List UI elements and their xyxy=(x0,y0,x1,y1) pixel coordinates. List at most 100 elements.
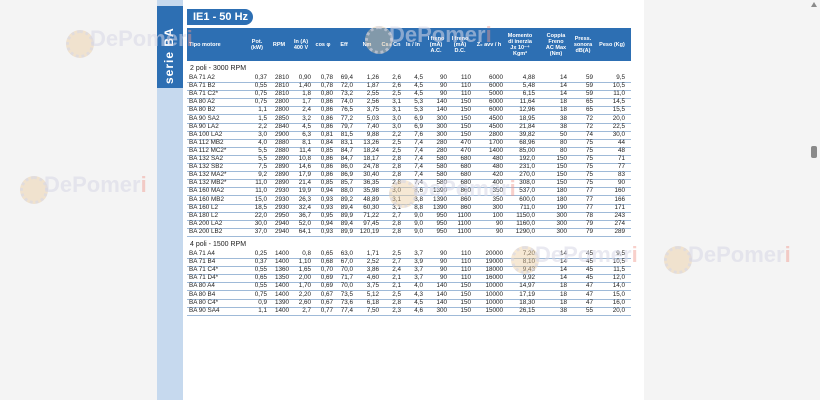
table-cell-in: 0,8 xyxy=(302,250,311,257)
table-cell-z: 6000 xyxy=(488,98,503,106)
table-cell-peso: 243 xyxy=(614,211,625,219)
table-cell-jx: 1150,0 xyxy=(516,211,535,219)
table-cell-eff: 74,0 xyxy=(340,98,353,106)
row-divider xyxy=(187,314,631,316)
column-header-tipo: Tipo motore xyxy=(189,41,221,48)
table-cell-press: 47 xyxy=(585,282,593,290)
table-cell-eff: 88,0 xyxy=(340,187,353,195)
table-cell-pot: 0,55 xyxy=(254,82,267,90)
table-cell-cos: 0,94 xyxy=(320,187,333,195)
table-cell-cscn: 2,5 xyxy=(392,138,401,146)
table-cell-cscn: 3,0 xyxy=(392,122,401,130)
table-cell-ifdc: 470 xyxy=(460,138,471,146)
table-cell-cos: 0,86 xyxy=(320,106,333,114)
table-cell-in: 11,4 xyxy=(299,146,311,154)
table-cell-coppia: 50 xyxy=(559,130,567,138)
table-cell-jx: 6,15 xyxy=(522,90,535,98)
table-cell-isin: 4,5 xyxy=(414,298,423,306)
table-cell-tipo: BA 132 SB2 xyxy=(189,163,223,171)
table-cell-cos: 0,70 xyxy=(320,266,333,274)
table-cell-press: 75 xyxy=(585,163,593,171)
table-cell-peso: 83 xyxy=(617,171,625,179)
table-cell-rpm: 2930 xyxy=(274,195,289,203)
table-cell-ifac: 90 xyxy=(439,250,447,257)
table-cell-cos: 0,77 xyxy=(320,306,333,314)
table-cell-in: 3,2 xyxy=(302,114,311,122)
table-cell-eff: 89,4 xyxy=(340,203,353,211)
table-cell-ifac: 950 xyxy=(436,227,447,235)
table-cell-in: 1,10 xyxy=(298,258,311,266)
table-cell-eff: 70,0 xyxy=(340,282,353,290)
table-cell-coppia: 14 xyxy=(559,82,567,90)
table-cell-nm: 97,45 xyxy=(363,219,379,227)
table-cell-jx: 21,84 xyxy=(519,122,535,130)
column-header-rpm: RPM xyxy=(272,41,286,48)
table-cell-nm: 1,71 xyxy=(366,250,379,257)
table-cell-isin: 7,4 xyxy=(414,138,423,146)
table-cell-ifdc: 150 xyxy=(460,298,471,306)
table-cell-in: 8,1 xyxy=(302,138,311,146)
table-row: BA 200 LA2 30,0 2940 52,0 0,94 89,4 97,45 2,8 9,… xyxy=(187,220,631,228)
table-cell-cos: 0,69 xyxy=(320,282,333,290)
column-header-cos: cos φ xyxy=(315,41,331,48)
table-cell-rpm: 2850 xyxy=(274,114,289,122)
table-cell-cos: 0,78 xyxy=(320,82,333,90)
table-cell-pot: 0,75 xyxy=(254,98,267,106)
table-cell-pot: 1,1 xyxy=(258,306,267,314)
watermark-logo: DePomeri xyxy=(44,172,147,197)
table-cell-eff: 89,9 xyxy=(340,227,353,235)
table-cell-eff: 84,7 xyxy=(340,146,353,154)
table-cell-nm: 30,40 xyxy=(363,171,379,179)
table-cell-jx: 4,88 xyxy=(522,74,535,81)
table-cell-cscn: 2,5 xyxy=(392,146,401,154)
table-cell-peso: 12,0 xyxy=(612,274,625,282)
table-cell-eff: 84,7 xyxy=(340,155,353,162)
table-cell-pot: 0,65 xyxy=(254,274,267,282)
table-row: BA 71 C2* 0,75 2810 1,8 0,80 73,2 2,55 2,5 4,5 90… xyxy=(187,90,631,98)
column-header-jx: Momento di inerzia Jx 10⁻⁴ Kgm² xyxy=(507,32,533,57)
table-cell-cscn: 2,8 xyxy=(392,163,401,171)
table-cell-press: 65 xyxy=(585,98,593,106)
table-cell-cos: 0,67 xyxy=(320,298,333,306)
table-cell-tipo: BA 90 SA4 xyxy=(189,306,220,314)
table-cell-tipo: BA 112 MB2 xyxy=(189,138,224,146)
table-cell-in: 14,6 xyxy=(298,163,311,171)
table-cell-isin: 7,4 xyxy=(414,146,423,154)
table-cell-tipo: BA 160 MB2 xyxy=(189,195,225,203)
table-cell-tipo: BA 200 LA2 xyxy=(189,219,223,227)
table-cell-rpm: 2930 xyxy=(274,203,289,211)
table-cell-pot: 1,5 xyxy=(258,114,267,122)
table-cell-tipo: BA 80 A2 xyxy=(189,98,215,106)
table-cell-cos: 0,65 xyxy=(320,250,333,257)
table-cell-cos: 0,86 xyxy=(320,122,333,130)
table-cell-tipo: BA 71 B2 xyxy=(189,82,216,90)
table-cell-isin: 4,6 xyxy=(414,306,423,314)
table-cell-cscn: 2,8 xyxy=(392,171,401,179)
table-cell-isin: 5,3 xyxy=(414,98,423,106)
scrollbar-thumb[interactable] xyxy=(811,146,817,158)
table-cell-coppia: 80 xyxy=(559,138,567,146)
scrollbar[interactable] xyxy=(808,0,820,400)
table-cell-in: 2,4 xyxy=(302,106,311,114)
table-cell-ifac: 140 xyxy=(436,98,447,106)
scroll-up-arrow-icon[interactable] xyxy=(811,2,817,7)
table-cell-coppia: 150 xyxy=(556,155,567,162)
table-row: BA 200 LB2 37,0 2940 64,1 0,93 89,9 120,19 2,8 9… xyxy=(187,228,631,236)
table-cell-isin: 7,4 xyxy=(414,155,423,162)
table-cell-in: 19,9 xyxy=(298,187,311,195)
table-cell-pot: 0,25 xyxy=(254,250,267,257)
watermark-logo: DePomeri xyxy=(413,176,516,201)
table-cell-coppia: 80 xyxy=(559,146,567,154)
table-cell-peso: 9,5 xyxy=(616,74,625,81)
table-cell-pot: 18,5 xyxy=(254,203,267,211)
table-cell-coppia: 18 xyxy=(559,98,567,106)
table-cell-coppia: 14 xyxy=(559,274,567,282)
table-cell-coppia: 150 xyxy=(556,171,567,179)
table-cell-jx: 5,48 xyxy=(522,82,535,90)
table-cell-rpm: 2840 xyxy=(274,122,289,130)
table-cell-pot: 4,0 xyxy=(258,138,267,146)
column-header-peso: Peso (Kg) xyxy=(599,41,625,48)
table-cell-z: 18000 xyxy=(485,266,503,274)
table-cell-cos: 0,86 xyxy=(320,171,333,179)
table-cell-pot: 0,55 xyxy=(254,282,267,290)
